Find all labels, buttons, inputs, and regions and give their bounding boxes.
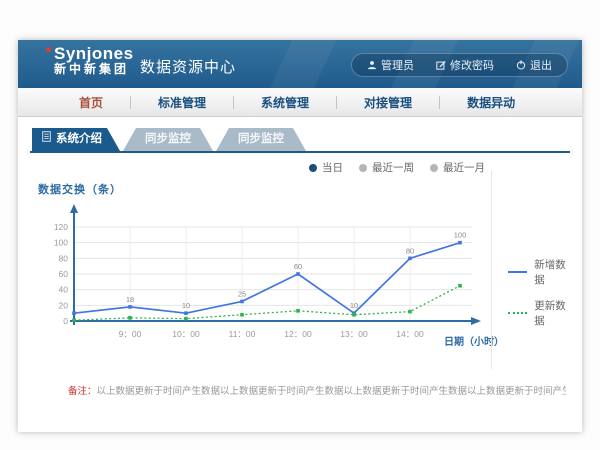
change-password-label: 修改密码 xyxy=(450,57,494,73)
brand-logo-chinese: 新中新集团 xyxy=(54,63,134,76)
app-window: Synjones 新中新集团 数据资源中心 管理员 修改密码 xyxy=(18,40,582,432)
svg-text:10: 10 xyxy=(182,301,190,310)
nav-item-interface-mgmt[interactable]: 对接管理 xyxy=(337,94,439,111)
solid-line-swatch-icon xyxy=(508,271,527,273)
tab-sync-monitor-2[interactable]: 同步监控 xyxy=(216,128,306,151)
admin-user-button[interactable]: 管理员 xyxy=(356,57,425,73)
footer-note-prefix: 备注： xyxy=(68,386,97,397)
dotted-line-swatch-icon xyxy=(508,312,527,314)
svg-text:25: 25 xyxy=(238,289,246,298)
content-area: 系统介绍 同步监控 同步监控 当日 最近一周 xyxy=(18,117,582,397)
radio-today-label: 当日 xyxy=(322,160,343,175)
nav-item-standard-mgmt[interactable]: 标准管理 xyxy=(131,94,233,111)
user-toolbar: 管理员 修改密码 退出 xyxy=(351,53,568,77)
logout-icon xyxy=(516,60,526,70)
svg-text:12：00: 12：00 xyxy=(284,329,312,339)
radio-last-week[interactable]: 最近一周 xyxy=(359,160,414,175)
logo-red-dot-icon xyxy=(46,47,51,52)
line-chart: 0 20 40 60 80 100 120 9：00 10：00 11：00 12：00 13：00 1… xyxy=(36,199,506,369)
svg-text:20: 20 xyxy=(59,300,69,310)
svg-text:100: 100 xyxy=(54,238,68,248)
document-icon xyxy=(42,128,51,151)
radio-selected-icon xyxy=(309,164,317,172)
app-header: Synjones 新中新集团 数据资源中心 管理员 修改密码 xyxy=(18,40,582,88)
tab-underline xyxy=(30,151,570,153)
svg-text:40: 40 xyxy=(59,285,69,295)
svg-text:18: 18 xyxy=(126,295,134,304)
nav-item-home[interactable]: 首页 xyxy=(52,94,130,111)
tab-sync-monitor-1[interactable]: 同步监控 xyxy=(123,128,213,151)
admin-user-label: 管理员 xyxy=(381,57,414,73)
chart-section: 当日 最近一周 最近一月 数据交换（条） 0 20 40 60 80 100 120 9：00… xyxy=(36,157,568,369)
user-icon xyxy=(367,60,377,70)
footer-note-text: 以上数据更新于时间产生数据以上数据更新于时间产生数据以上数据更新于时间产生数据以… xyxy=(97,386,566,397)
radio-today[interactable]: 当日 xyxy=(309,160,343,175)
brand-logo-latin: Synjones xyxy=(54,45,134,63)
svg-text:9：00: 9：00 xyxy=(119,329,142,339)
svg-text:0: 0 xyxy=(63,316,68,326)
svg-text:10: 10 xyxy=(350,301,358,310)
tab-system-intro-label: 系统介绍 xyxy=(56,128,102,151)
chart-y-axis-title: 数据交换（条） xyxy=(38,181,491,197)
edit-icon xyxy=(436,60,446,70)
svg-text:14：00: 14：00 xyxy=(396,329,424,339)
svg-text:13：00: 13：00 xyxy=(340,329,368,339)
svg-text:120: 120 xyxy=(54,222,68,232)
svg-text:60: 60 xyxy=(294,262,302,271)
svg-text:10：00: 10：00 xyxy=(172,329,200,339)
tab-bar: 系统介绍 同步监控 同步监控 xyxy=(18,117,582,151)
legend-new-data-label: 新增数据 xyxy=(534,257,568,287)
radio-last-month[interactable]: 最近一月 xyxy=(430,160,485,175)
radio-unselected-icon xyxy=(430,164,438,172)
legend-item-new-data: 新增数据 xyxy=(508,257,568,287)
svg-text:80: 80 xyxy=(406,246,414,255)
svg-text:100: 100 xyxy=(454,231,467,240)
main-nav: 首页 标准管理 系统管理 对接管理 数据异动 xyxy=(18,88,582,117)
legend-updated-data-label: 更新数据 xyxy=(534,298,568,328)
nav-item-system-mgmt[interactable]: 系统管理 xyxy=(234,94,336,111)
page-background: Synjones 新中新集团 数据资源中心 管理员 修改密码 xyxy=(0,0,600,450)
radio-unselected-icon xyxy=(359,164,367,172)
svg-text:80: 80 xyxy=(59,253,69,263)
svg-text:11：00: 11：00 xyxy=(229,329,256,339)
footer-note: 备注：以上数据更新于时间产生数据以上数据更新于时间产生数据以上数据更新于时间产生… xyxy=(68,383,566,397)
tab-system-intro[interactable]: 系统介绍 xyxy=(32,128,120,151)
logout-label: 退出 xyxy=(530,57,552,73)
radio-last-month-label: 最近一月 xyxy=(443,160,485,175)
change-password-button[interactable]: 修改密码 xyxy=(425,57,505,73)
radio-last-week-label: 最近一周 xyxy=(372,160,414,175)
chart-legend: 新增数据 更新数据 xyxy=(491,171,568,369)
time-range-filter: 当日 最近一周 最近一月 xyxy=(36,157,491,175)
brand-logo: Synjones 新中新集团 xyxy=(54,45,134,75)
nav-item-data-change[interactable]: 数据异动 xyxy=(440,94,542,111)
svg-text:60: 60 xyxy=(59,269,69,279)
logout-button[interactable]: 退出 xyxy=(505,57,563,73)
legend-item-updated-data: 更新数据 xyxy=(508,298,568,328)
chart-column: 当日 最近一周 最近一月 数据交换（条） 0 20 40 60 80 100 120 9：00… xyxy=(36,157,491,369)
page-title: 数据资源中心 xyxy=(140,56,236,77)
